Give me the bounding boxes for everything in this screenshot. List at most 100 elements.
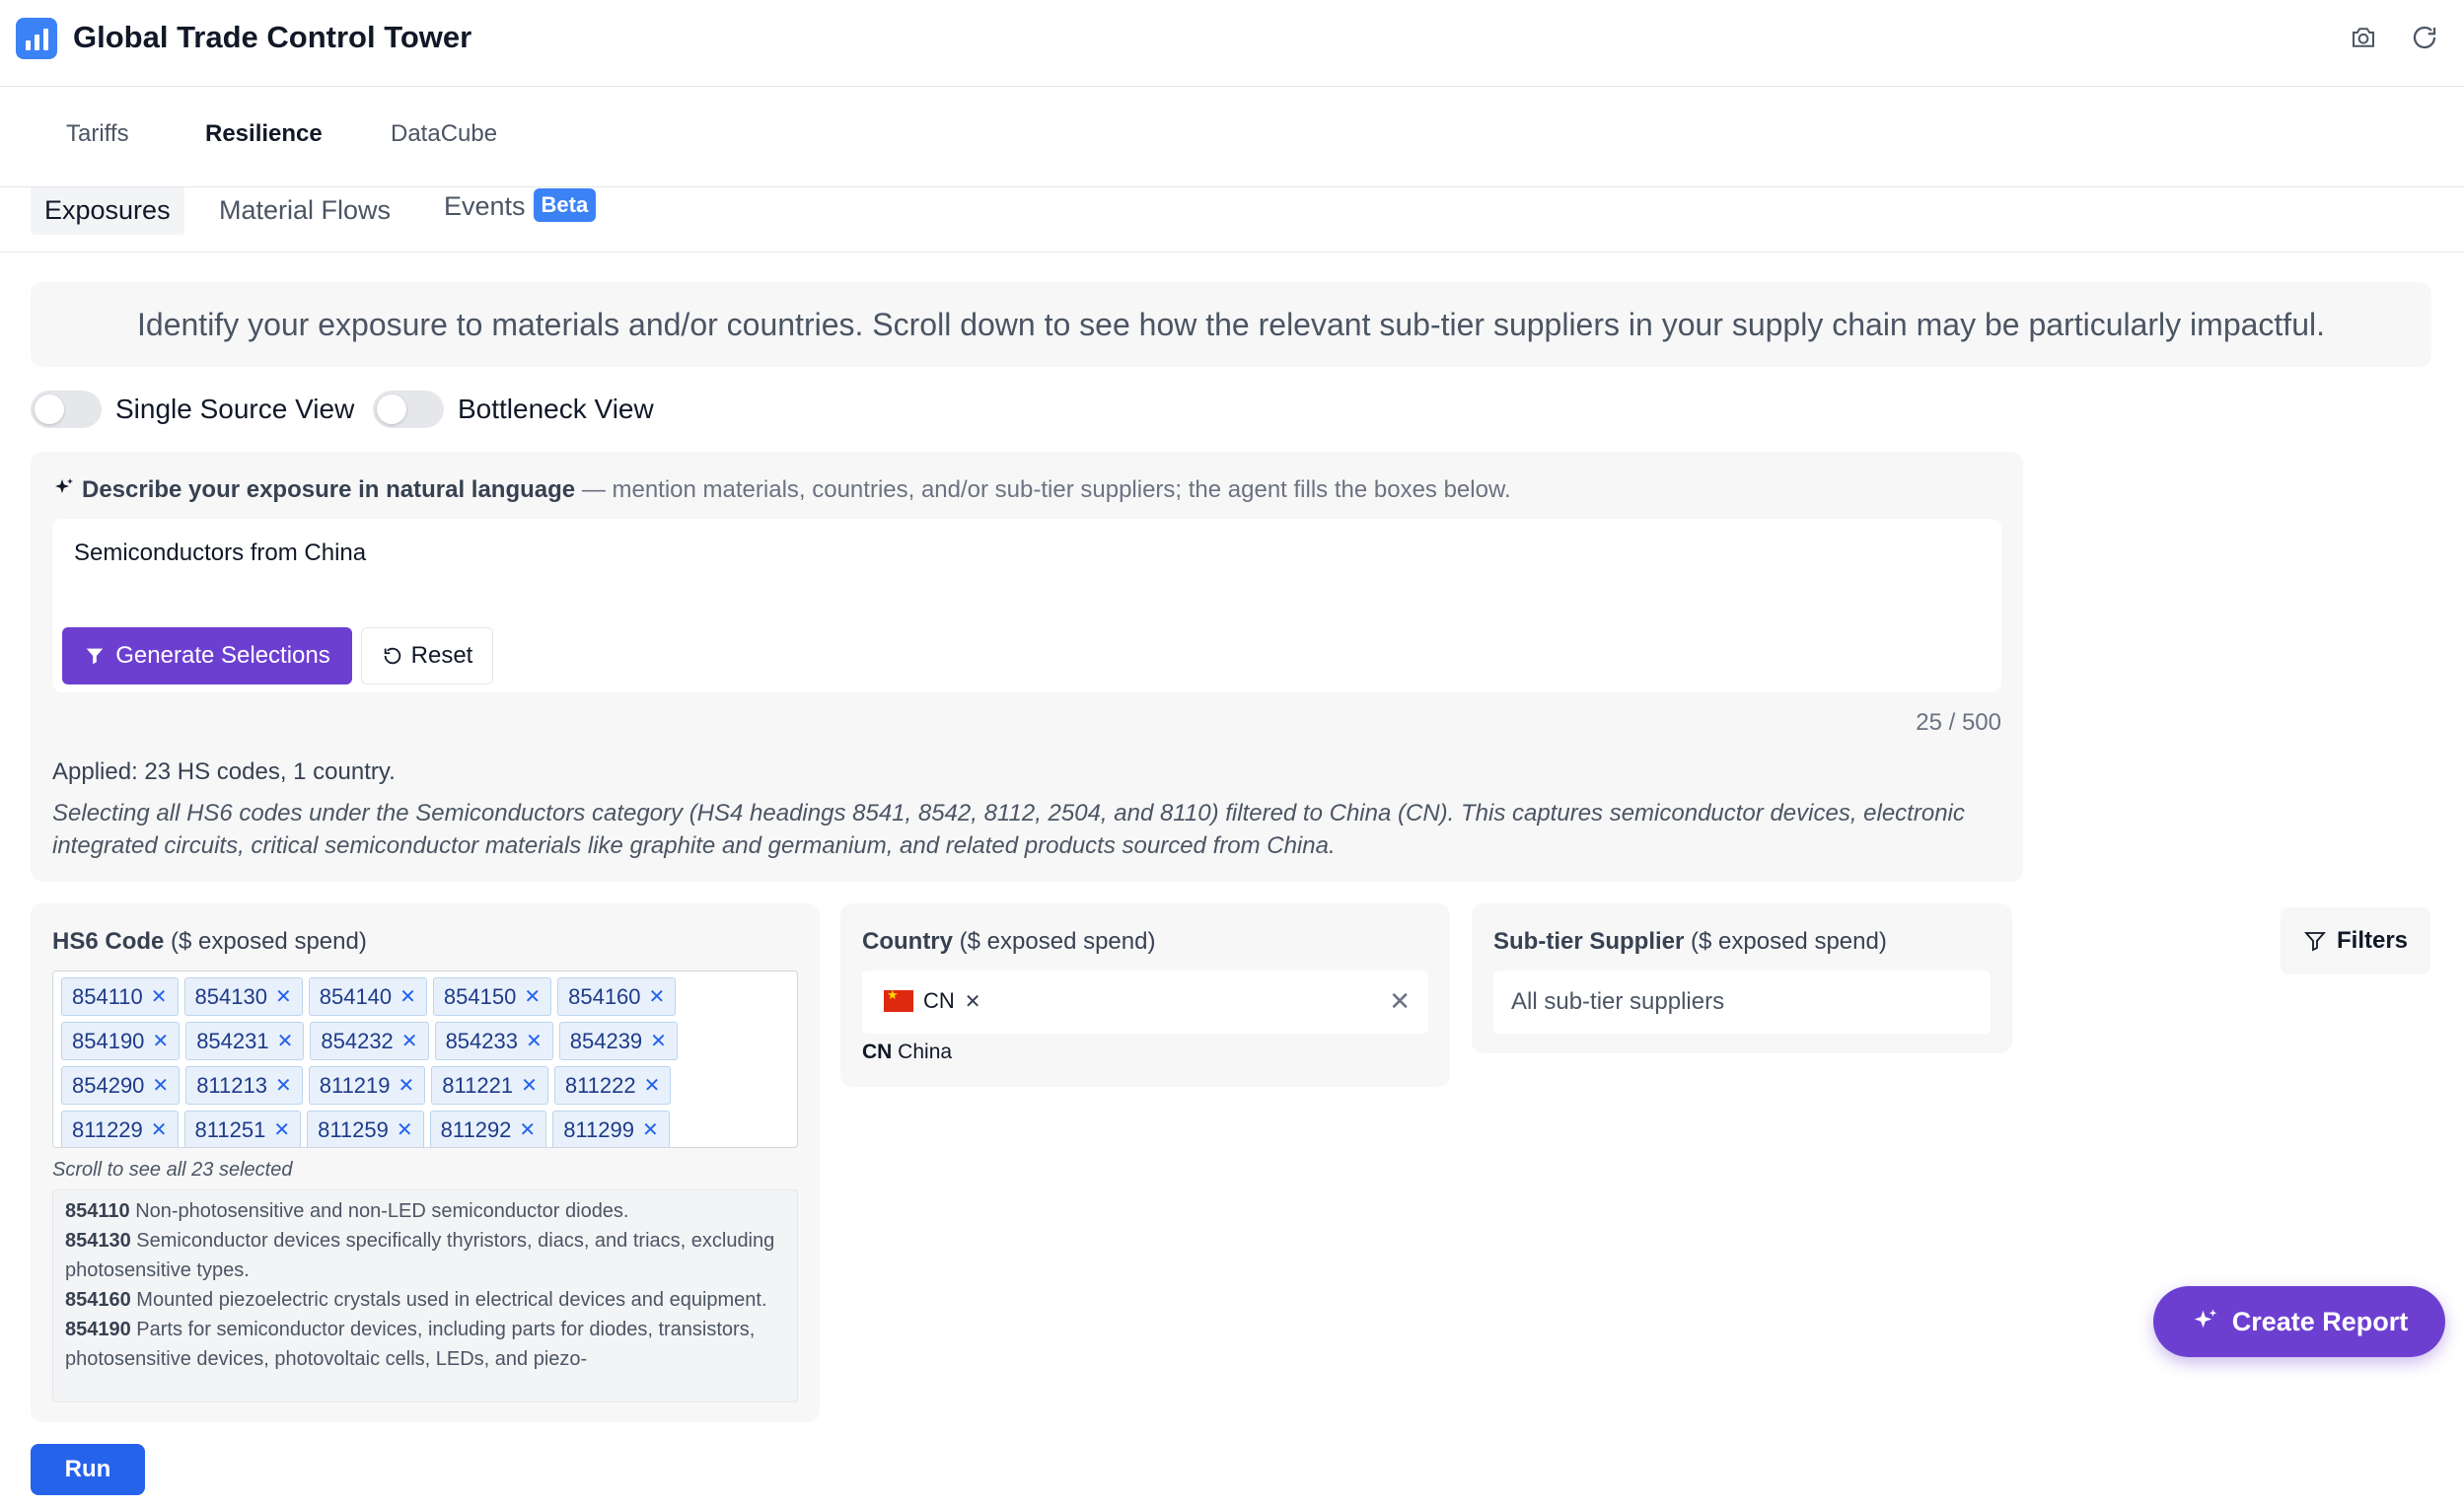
- remove-chip-icon[interactable]: ✕: [644, 1073, 661, 1098]
- country-chip-label: CN: [923, 988, 955, 1013]
- hs6-chip[interactable]: 854231 ✕: [185, 1022, 305, 1060]
- country-select[interactable]: CN ✕ ✕: [862, 970, 1428, 1034]
- hs6-chip-row: 854190 ✕ 854231 ✕ 854232 ✕ 854233 ✕ 854239 ✕: [61, 1022, 789, 1060]
- app-title: Global Trade Control Tower: [73, 20, 472, 54]
- bottleneck-toggle[interactable]: [373, 391, 444, 428]
- remove-chip-icon[interactable]: ✕: [399, 984, 416, 1009]
- supplier-card: Sub-tier Supplier ($ exposed spend) All …: [1472, 903, 2012, 1053]
- generate-selections-label: Generate Selections: [115, 642, 330, 669]
- hs6-chip[interactable]: 811299 ✕: [552, 1111, 670, 1147]
- hs6-descriptions[interactable]: 854110 Non-photosensitive and non-LED se…: [52, 1189, 798, 1402]
- sparkle-icon: [2194, 1309, 2216, 1329]
- hs6-chip-label: 811292: [440, 1116, 512, 1142]
- refresh-icon[interactable]: [2407, 20, 2442, 55]
- hs6-chip-label: 854140: [319, 983, 393, 1009]
- hs6-chip[interactable]: 811229 ✕: [61, 1111, 179, 1147]
- hs6-chip[interactable]: 811251 ✕: [183, 1111, 302, 1147]
- supplier-title-label: Sub-tier Supplier: [1493, 928, 1685, 955]
- generate-selections-button[interactable]: Generate Selections: [62, 627, 352, 684]
- remove-chip-icon[interactable]: ✕: [650, 1029, 667, 1053]
- run-button[interactable]: Run: [31, 1444, 145, 1495]
- main-tabs: Tariffs Resilience DataCube: [0, 87, 2464, 187]
- remove-chip-icon[interactable]: ✕: [275, 984, 292, 1009]
- remove-chip-icon[interactable]: ✕: [151, 984, 168, 1009]
- remove-chip-icon[interactable]: ✕: [642, 1117, 659, 1142]
- hs6-chip[interactable]: 854110 ✕: [61, 977, 179, 1016]
- remove-chip-icon[interactable]: ✕: [397, 1117, 413, 1142]
- nl-hint: — mention materials, countries, and/or s…: [575, 476, 1511, 503]
- remove-chip-icon[interactable]: ✕: [526, 1029, 543, 1053]
- remove-chip-icon[interactable]: ✕: [519, 1117, 536, 1142]
- clear-icon[interactable]: ✕: [1389, 986, 1411, 1017]
- hs6-chip-label: 854290: [72, 1072, 145, 1098]
- hs6-chip[interactable]: 811221 ✕: [431, 1066, 548, 1105]
- remove-chip-icon[interactable]: ✕: [649, 984, 666, 1009]
- sparkle-icon: [55, 478, 73, 493]
- subtab-events[interactable]: Events Beta: [430, 187, 610, 235]
- hs6-chip[interactable]: 854140 ✕: [308, 977, 427, 1016]
- nl-input-value[interactable]: Semiconductors from China: [74, 537, 366, 570]
- bar-chart-logo-icon: [16, 18, 57, 59]
- hs6-chip-row: 811229 ✕ 811251 ✕ 811259 ✕ 811292 ✕ 811299 ✕: [61, 1111, 789, 1147]
- remove-chip-icon[interactable]: ✕: [401, 1029, 418, 1053]
- tab-datacube[interactable]: DataCube: [391, 114, 497, 154]
- hs6-chip[interactable]: 854290 ✕: [61, 1066, 181, 1105]
- hs6-chip[interactable]: 854150 ✕: [432, 977, 552, 1016]
- remove-chip-icon[interactable]: ✕: [152, 1029, 169, 1053]
- hs6-chip[interactable]: 854130 ✕: [183, 977, 303, 1016]
- tab-tariffs[interactable]: Tariffs: [66, 114, 129, 154]
- remove-chip-icon[interactable]: ✕: [277, 1029, 294, 1053]
- hs6-multiselect[interactable]: 854110 ✕ 854130 ✕ 854140 ✕ 854150 ✕ 854160 ✕ …: [52, 970, 798, 1148]
- create-report-label: Create Report: [2231, 1306, 2409, 1336]
- single-source-toggle[interactable]: [31, 391, 102, 428]
- filters-button[interactable]: Filters: [2281, 907, 2430, 974]
- hs6-chip-label: 811222: [564, 1072, 636, 1098]
- country-chip[interactable]: CN ✕: [884, 987, 981, 1014]
- remove-chip-icon[interactable]: ✕: [275, 1073, 292, 1098]
- hs6-chip[interactable]: 854160 ✕: [557, 977, 677, 1016]
- hs6-chip[interactable]: 811222 ✕: [553, 1066, 672, 1105]
- applied-summary: Applied: 23 HS codes, 1 country.: [52, 758, 396, 785]
- hs6-chip[interactable]: 811213 ✕: [185, 1066, 303, 1105]
- remove-chip-icon[interactable]: ✕: [399, 1073, 415, 1098]
- nl-input[interactable]: Semiconductors from China Generate Selec…: [52, 519, 2001, 692]
- create-report-button[interactable]: Create Report: [2153, 1286, 2445, 1357]
- hs6-chip-label: 811259: [318, 1116, 389, 1142]
- filter-icon: [2304, 932, 2326, 952]
- remove-chip-icon[interactable]: ✕: [521, 1073, 538, 1098]
- tab-resilience[interactable]: Resilience: [205, 114, 323, 154]
- hs6-title-suffix: ($ exposed spend): [164, 928, 367, 955]
- intro-banner: Identify your exposure to materials and/…: [31, 282, 2431, 367]
- hs6-chip[interactable]: 811219 ✕: [308, 1066, 426, 1105]
- supplier-select[interactable]: All sub-tier suppliers: [1493, 970, 1991, 1034]
- hs6-chip[interactable]: 811292 ✕: [429, 1111, 547, 1147]
- camera-icon[interactable]: [2346, 20, 2381, 55]
- remove-chip-icon[interactable]: ✕: [965, 989, 981, 1014]
- hs6-chip[interactable]: 854232 ✕: [310, 1022, 429, 1060]
- reset-button[interactable]: Reset: [361, 627, 493, 684]
- remove-chip-icon[interactable]: ✕: [152, 1073, 169, 1098]
- single-source-label: Single Source View: [115, 394, 355, 424]
- remove-chip-icon[interactable]: ✕: [524, 984, 541, 1009]
- subtab-exposures[interactable]: Exposures: [31, 187, 184, 235]
- subtab-material-flows[interactable]: Material Flows: [205, 187, 404, 235]
- hs6-chip-label: 854130: [194, 983, 267, 1009]
- country-selected-label: CN China: [862, 1038, 952, 1067]
- hs6-title-label: HS6 Code: [52, 928, 165, 955]
- sub-tabs: Exposures Material Flows Events Beta: [0, 187, 2464, 252]
- hs6-chip[interactable]: 854233 ✕: [434, 1022, 553, 1060]
- hs6-desc-code: 854110: [65, 1200, 130, 1222]
- reset-label: Reset: [410, 642, 473, 669]
- undo-icon: [384, 647, 400, 665]
- hs6-chip[interactable]: 854239 ✕: [558, 1022, 678, 1060]
- hs6-chip-label: 854231: [196, 1028, 269, 1053]
- hs6-desc-text: Mounted piezoelectric crystals used in e…: [130, 1289, 767, 1311]
- country-title-suffix: ($ exposed spend): [953, 928, 1156, 955]
- hs6-chip[interactable]: 854190 ✕: [61, 1022, 181, 1060]
- hs6-chip[interactable]: 811259 ✕: [307, 1111, 424, 1147]
- hs6-chip-label: 854190: [72, 1028, 145, 1053]
- remove-chip-icon[interactable]: ✕: [273, 1117, 290, 1142]
- nl-panel: Describe your exposure in natural langua…: [31, 452, 2023, 882]
- hs6-desc-code: 854160: [65, 1289, 131, 1311]
- remove-chip-icon[interactable]: ✕: [151, 1117, 168, 1142]
